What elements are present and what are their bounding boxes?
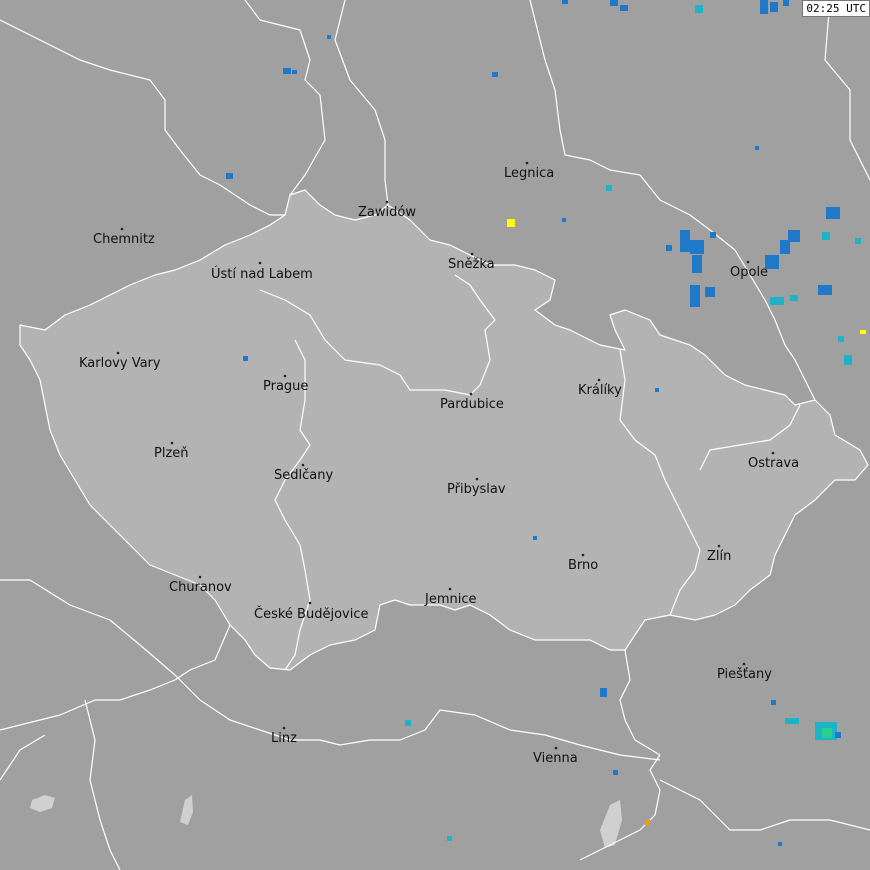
city-label-pribyslav: Přibyslav (447, 482, 506, 497)
city-label-jemnice: Jemnice (424, 592, 477, 607)
city-label-vienna: Vienna (533, 751, 578, 766)
city-label-kraliky: Králíky (578, 383, 622, 398)
city-label-zawidow: Zawidów (358, 205, 416, 220)
city-label-legnica: Legnica (504, 166, 554, 181)
city-label-zlin: Zlín (707, 549, 731, 564)
timestamp-label: 02:25 UTC (802, 0, 870, 17)
city-label-ostrava: Ostrava (748, 456, 799, 471)
city-label-churanov: Churanov (169, 580, 232, 595)
city-label-chemnitz: Chemnitz (93, 232, 155, 247)
city-label-pardubice: Pardubice (440, 397, 504, 412)
city-label-brno: Brno (568, 558, 598, 573)
city-label-karlovy-vary: Karlovy Vary (79, 356, 161, 371)
city-label-sedlcany: Sedlčany (274, 468, 333, 483)
city-label-usti-nad-labem: Ústí nad Labem (211, 266, 313, 282)
city-label-linz: Linz (271, 731, 297, 746)
city-label-snezka: Sněžka (448, 257, 495, 272)
city-label-plzen: Plzeň (154, 446, 189, 461)
lightning-map: Chemnitz Ústí nad Labem Karlovy Vary Pra… (0, 0, 870, 870)
city-label-piestany: Piešťany (717, 667, 772, 682)
city-label-ceske-budejovice: České Budějovice (254, 606, 368, 622)
city-label-prague: Prague (263, 379, 308, 394)
city-label-opole: Opole (730, 265, 768, 280)
